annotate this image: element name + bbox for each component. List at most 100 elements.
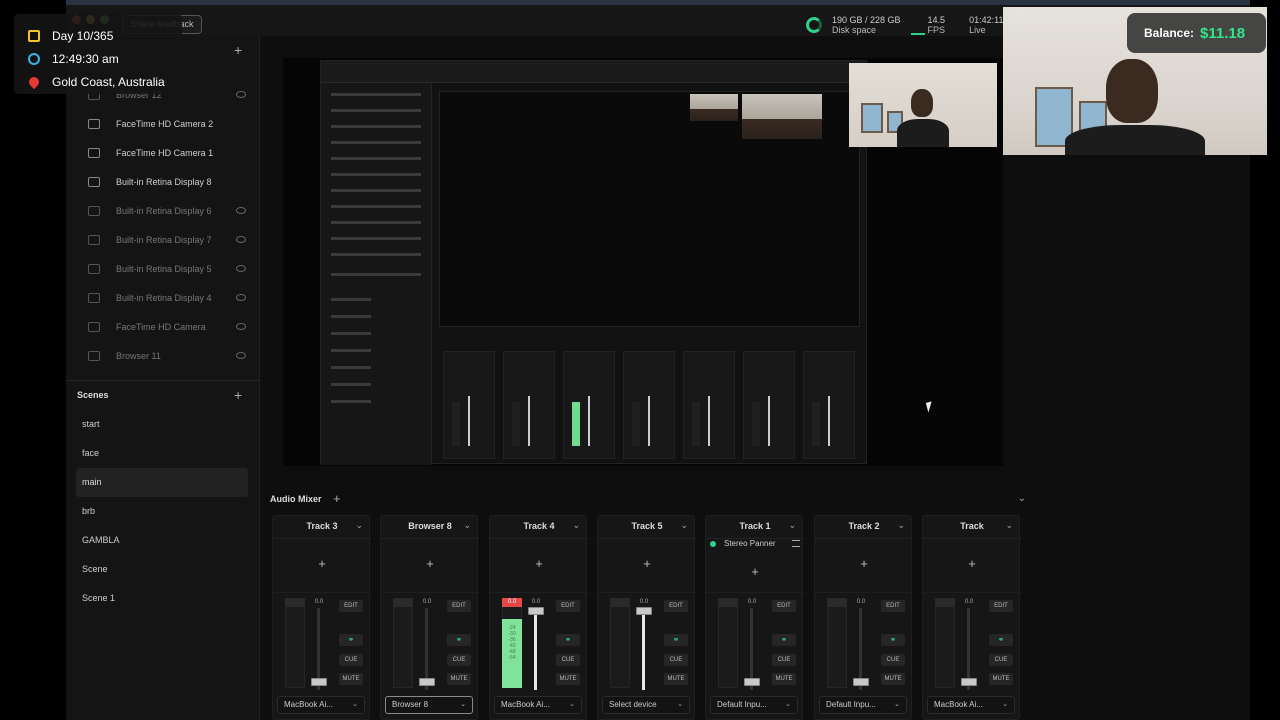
layer-item[interactable]: Built-in Retina Display 5 xyxy=(78,254,250,283)
layer-item[interactable]: Built-in Retina Display 7 xyxy=(78,225,250,254)
link-icon[interactable]: ⚭ xyxy=(339,634,363,646)
volume-fader-knob[interactable] xyxy=(528,607,544,615)
edit-button[interactable]: EDIT xyxy=(772,600,796,612)
mute-button[interactable]: MUTE xyxy=(339,673,363,685)
scene-item[interactable]: face xyxy=(76,439,248,468)
track-menu-chevron-icon[interactable]: ⌄ xyxy=(463,520,471,531)
link-icon[interactable]: ⚭ xyxy=(772,634,796,646)
mute-button[interactable]: MUTE xyxy=(989,673,1013,685)
add-track-button[interactable]: + xyxy=(333,491,341,506)
volume-fader-knob[interactable] xyxy=(853,678,869,686)
track-menu-chevron-icon[interactable]: ⌄ xyxy=(788,520,796,531)
layer-item[interactable]: FaceTime HD Camera 1 xyxy=(78,138,250,167)
edit-button[interactable]: EDIT xyxy=(339,600,363,612)
scene-item[interactable]: GAMBLA xyxy=(76,526,248,555)
mute-button[interactable]: MUTE xyxy=(664,673,688,685)
audio-mixer-header: Audio Mixer + ⌄ xyxy=(270,491,1026,510)
volume-fader-knob[interactable] xyxy=(961,678,977,686)
edit-button[interactable]: EDIT xyxy=(556,600,580,612)
input-device-select[interactable]: MacBook Ai... ⌄ xyxy=(927,696,1015,714)
audio-track: Track 5 ⌄ +0.0 EDIT ⚭ CUE MUTE Select device ⌄ xyxy=(597,515,696,720)
scene-item[interactable]: start xyxy=(76,410,248,439)
mute-button[interactable]: MUTE xyxy=(447,673,471,685)
input-device-select[interactable]: MacBook Ai... ⌄ xyxy=(277,696,365,714)
track-menu-chevron-icon[interactable]: ⌄ xyxy=(1005,520,1013,531)
input-device-select[interactable]: Browser 8 ⌄ xyxy=(385,696,473,714)
input-device-select[interactable]: Select device ⌄ xyxy=(602,696,690,714)
cue-button[interactable]: CUE xyxy=(664,654,688,666)
audio-track: Track 3 ⌄ +0.0 EDIT ⚭ CUE MUTE MacBook Ai... ⌄ xyxy=(272,515,371,720)
cue-button[interactable]: CUE xyxy=(881,654,905,666)
mute-button[interactable]: MUTE xyxy=(772,673,796,685)
add-effect-button[interactable]: + xyxy=(490,556,588,571)
layer-item[interactable]: FaceTime HD Camera 2 xyxy=(78,109,250,138)
hidden-eye-icon[interactable] xyxy=(236,294,246,301)
input-device-select[interactable]: Default Inpu... ⌄ xyxy=(710,696,798,714)
balance-badge: Balance: $11.18 xyxy=(1127,13,1266,53)
edit-button[interactable]: EDIT xyxy=(664,600,688,612)
layer-item[interactable]: Built-in Retina Display 6 xyxy=(78,196,250,225)
person-body xyxy=(1065,125,1205,155)
camera-icon xyxy=(88,147,100,158)
volume-fader-knob[interactable] xyxy=(744,678,760,686)
scene-item[interactable]: Scene xyxy=(76,555,248,584)
device-label: Default Inpu... xyxy=(717,700,767,709)
scene-item[interactable]: Scene 1 xyxy=(76,584,248,613)
track-menu-chevron-icon[interactable]: ⌄ xyxy=(355,520,363,531)
link-icon[interactable]: ⚭ xyxy=(447,634,471,646)
link-icon[interactable]: ⚭ xyxy=(556,634,580,646)
edit-button[interactable]: EDIT xyxy=(881,600,905,612)
mute-button[interactable]: MUTE xyxy=(881,673,905,685)
track-menu-chevron-icon[interactable]: ⌄ xyxy=(680,520,688,531)
add-effect-button[interactable]: + xyxy=(273,556,371,571)
track-menu-chevron-icon[interactable]: ⌄ xyxy=(572,520,580,531)
volume-fader-knob[interactable] xyxy=(311,678,327,686)
cue-button[interactable]: CUE xyxy=(556,654,580,666)
input-device-select[interactable]: MacBook Ai... ⌄ xyxy=(494,696,582,714)
volume-fader-track[interactable] xyxy=(642,608,645,690)
layer-item[interactable]: Browser 10 xyxy=(78,370,250,380)
input-device-select[interactable]: Default Inpu... ⌄ xyxy=(819,696,907,714)
edit-button[interactable]: EDIT xyxy=(447,600,471,612)
mute-button[interactable]: MUTE xyxy=(556,673,580,685)
cue-button[interactable]: CUE xyxy=(772,654,796,666)
track-header-divider xyxy=(381,538,479,539)
effect-settings-icon[interactable] xyxy=(792,540,800,547)
hidden-eye-icon[interactable] xyxy=(236,352,246,359)
scene-item[interactable]: brb xyxy=(76,497,248,526)
layer-item[interactable]: Browser 11 xyxy=(78,341,250,370)
hidden-eye-icon[interactable] xyxy=(236,207,246,214)
cue-button[interactable]: CUE xyxy=(447,654,471,666)
cue-button[interactable]: CUE xyxy=(989,654,1013,666)
link-icon[interactable]: ⚭ xyxy=(881,634,905,646)
scene-item[interactable]: main xyxy=(76,468,248,497)
volume-fader-track[interactable] xyxy=(534,608,537,690)
add-effect-button[interactable]: + xyxy=(815,556,913,571)
collapse-mixer-chevron-icon[interactable]: ⌄ xyxy=(1018,493,1026,504)
track-menu-chevron-icon[interactable]: ⌄ xyxy=(897,520,905,531)
add-effect-button[interactable]: + xyxy=(706,564,804,579)
volume-fader-knob[interactable] xyxy=(419,678,435,686)
hidden-eye-icon[interactable] xyxy=(236,323,246,330)
layer-item[interactable]: Built-in Retina Display 8 xyxy=(78,167,250,196)
add-scene-button[interactable]: + xyxy=(234,387,242,403)
edit-button[interactable]: EDIT xyxy=(989,600,1013,612)
cue-button[interactable]: CUE xyxy=(339,654,363,666)
add-effect-button[interactable]: + xyxy=(923,556,1021,571)
hidden-eye-icon[interactable] xyxy=(236,236,246,243)
volume-fader-knob[interactable] xyxy=(636,607,652,615)
layer-item[interactable]: Built-in Retina Display 4 xyxy=(78,283,250,312)
scene-list: start face main brb GAMBLA Scene Scene 1 xyxy=(76,410,248,613)
add-layer-button[interactable]: + xyxy=(234,42,242,58)
layer-item[interactable]: FaceTime HD Camera xyxy=(78,312,250,341)
layer-label: Built-in Retina Display 8 xyxy=(116,176,212,187)
link-icon[interactable]: ⚭ xyxy=(989,634,1013,646)
chevron-down-icon: ⌄ xyxy=(785,701,791,708)
stereo-panner-effect[interactable]: Stereo Panner xyxy=(710,539,800,551)
hidden-eye-icon[interactable] xyxy=(236,265,246,272)
hidden-eye-icon[interactable] xyxy=(236,91,246,98)
add-effect-button[interactable]: + xyxy=(381,556,479,571)
disk-stat: 190 GB / 228 GB Disk space xyxy=(832,15,901,35)
add-effect-button[interactable]: + xyxy=(598,556,696,571)
link-icon[interactable]: ⚭ xyxy=(664,634,688,646)
